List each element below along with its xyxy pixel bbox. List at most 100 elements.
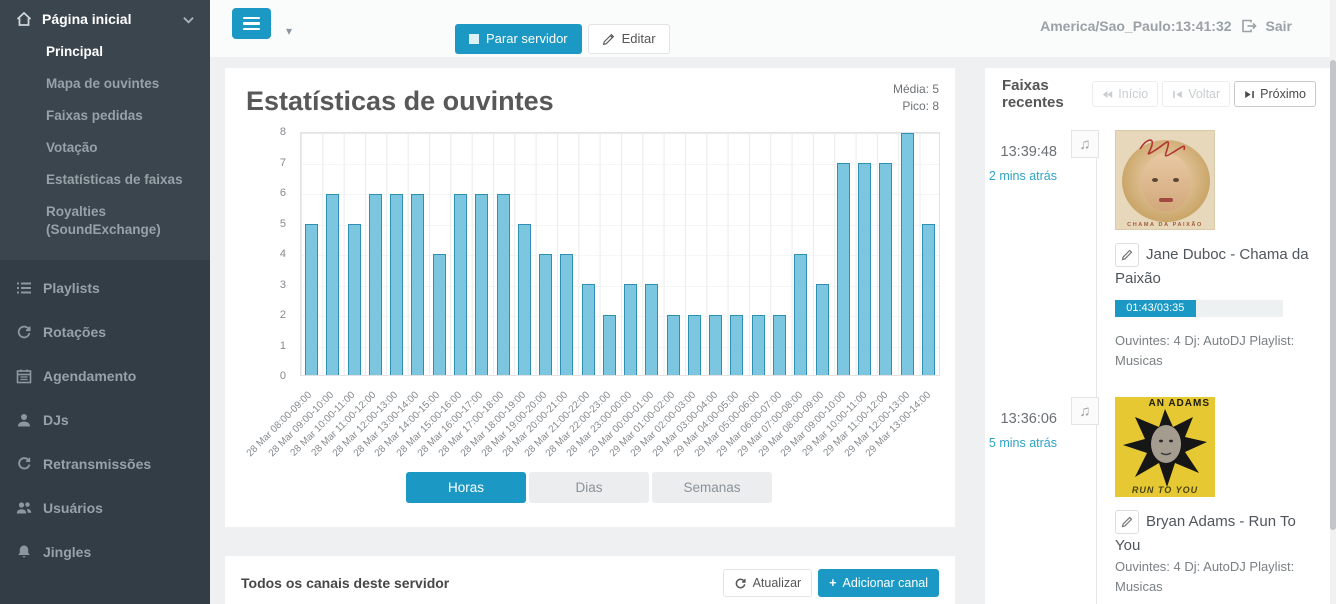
listener-bar [858,163,871,375]
bar-slot [790,133,811,375]
refresh-channels-button[interactable]: Atualizar [723,569,813,597]
track-item: ♫ 13:39:48 2 mins atrás CHAMA DA PAIXÃO [985,130,1330,371]
track-time: 13:36:06 [985,411,1057,427]
y-tick-label: 4 [265,247,286,261]
album-art: AN ADAMS RUN TO YOU [1115,397,1215,497]
sidebar-item-estatisticas-de-faixas[interactable]: Estatísticas de faixas [0,164,210,196]
bar-slot [535,133,556,375]
bar-slot [918,133,939,375]
vertical-scrollbar[interactable] [1330,0,1336,604]
listener-bar [560,254,573,375]
sidebar-item-jingles[interactable]: Jingles [0,530,210,574]
recent-tracks-card: Faixas recentes Início Voltar Próximo [985,68,1330,604]
album-caption: RUN TO YOU [1115,485,1215,495]
bar-slot [386,133,407,375]
tracks-prev-button[interactable]: Voltar [1162,81,1230,107]
track-title: Bryan Adams - Run To You [1115,513,1296,554]
menu-icon [243,17,260,20]
listener-bar [645,284,658,375]
sidebar-item-label: Retransmissões [43,456,151,472]
sidebar-item-rotacoes[interactable]: Rotações [0,310,210,354]
sidebar-item-mapa-de-ouvintes[interactable]: Mapa de ouvintes [0,68,210,100]
sidebar-item-retransmissoes[interactable]: Retransmissões [0,442,210,486]
pencil-icon [1121,249,1133,261]
track-ago-link[interactable]: 2 mins atrás [985,169,1057,183]
tracks-first-button[interactable]: Início [1092,81,1158,107]
bar-slot [896,133,917,375]
edit-button[interactable]: Editar [588,24,670,54]
track-ago-link[interactable]: 5 mins atrás [985,436,1057,450]
y-tick-label: 3 [265,278,286,292]
sidebar-item-label: Jingles [43,544,91,560]
track-title: Jane Duboc - Chama da Paixão [1115,246,1309,287]
pencil-icon [1121,516,1133,528]
y-tick-label: 6 [265,186,286,200]
tracks-timeline: ♫ 13:39:48 2 mins atrás CHAMA DA PAIXÃO [985,120,1330,604]
scrollbar-thumb[interactable] [1330,60,1336,530]
listener-bar [603,315,616,376]
listener-bar [688,315,701,376]
peak-label: Pico: 8 [893,98,939,115]
track-progress-fill: 01:43/03:35 [1115,300,1196,317]
user-icon [16,412,32,428]
y-tick-label: 5 [265,217,286,231]
bar-slot [514,133,535,375]
sidebar-item-faixas-pedidas[interactable]: Faixas pedidas [0,100,210,132]
refresh-icon [734,577,747,590]
listener-bar [582,284,595,375]
bar-slot [726,133,747,375]
y-tick-label: 7 [265,156,286,170]
stop-server-button[interactable]: Parar servidor [455,24,582,54]
stop-icon [469,34,479,44]
playlist-icon [16,280,32,296]
sidebar-item-djs[interactable]: DJs [0,398,210,442]
pencil-icon [602,33,615,46]
sidebar-item-royalties[interactable]: Royalties (SoundExchange) [0,196,210,246]
bar-slot [769,133,790,375]
sidebar-item-agendamento[interactable]: Agendamento [0,354,210,398]
bar-slot [556,133,577,375]
track-meta: Ouvintes: 4 Dj: AutoDJ Playlist: Musicas [1115,331,1314,371]
bar-slot [811,133,832,375]
listener-bar [305,224,318,375]
dropdown-caret-button[interactable]: ▾ [286,24,292,38]
rotate-icon [16,324,32,340]
album-caption: CHAMA DA PAIXÃO [1116,222,1214,228]
y-tick-label: 0 [265,369,286,383]
listener-bar [667,315,680,376]
add-channel-button[interactable]: + Adicionar canal [818,569,939,597]
listener-bar [794,254,807,375]
sidebar-item-votacao[interactable]: Votação [0,132,210,164]
listener-bar [879,163,892,375]
main-area: ▾ Parar servidor Editar America/Sao_Paul… [210,0,1336,604]
listener-bar [539,254,552,375]
logout-link[interactable]: Sair [1266,18,1292,34]
bar-slot [492,133,513,375]
bar-slot [365,133,386,375]
sidebar-item-usuarios[interactable]: Usuários [0,486,210,530]
edit-track-button[interactable] [1115,510,1139,534]
listener-bar [411,194,424,376]
edit-track-button[interactable] [1115,243,1139,267]
topbar: ▾ Parar servidor Editar America/Sao_Paul… [210,0,1336,57]
average-label: Média: 5 [893,81,939,98]
bar-slot [684,133,705,375]
bar-slot [641,133,662,375]
tracks-next-button[interactable]: Próximo [1234,81,1316,107]
chart-y-axis: 012345678 [265,132,295,376]
timezone-clock: America/Sao_Paulo:13:41:32 [1040,18,1231,34]
logout-icon[interactable] [1241,18,1257,34]
sidebar-item-playlists[interactable]: Playlists [0,266,210,310]
bell-icon [16,544,32,560]
sidebar-item-home[interactable]: Página inicial [0,0,210,36]
tab-horas[interactable]: Horas [406,472,526,503]
page-title: Estatísticas de ouvintes [246,86,554,117]
sidebar-item-principal[interactable]: Principal [0,36,210,68]
bar-slot [450,133,471,375]
tab-semanas[interactable]: Semanas [652,472,772,503]
bar-slot [833,133,854,375]
listener-bar [816,284,829,375]
menu-toggle-button[interactable] [232,8,271,39]
tab-dias[interactable]: Dias [529,472,649,503]
sidebar-item-label: Rotações [43,324,106,340]
